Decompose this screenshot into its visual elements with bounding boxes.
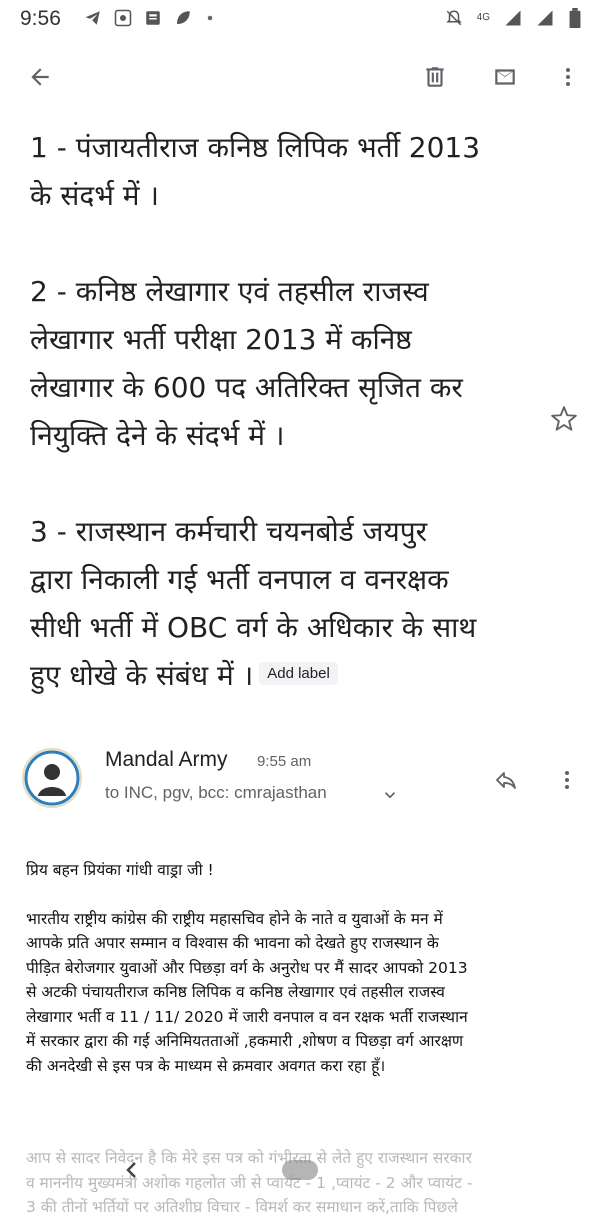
delete-button[interactable]: [411, 45, 459, 109]
signal-icon-2: [537, 10, 553, 26]
trash-icon: [426, 67, 444, 87]
subject-line: हुए धोखे के संबंध में ।: [30, 659, 254, 692]
message-header: Mandal Army 9:55 am to INC, pgv, bcc: cm…: [0, 738, 600, 818]
subject-line: 3 - राजस्थान कर्मचारी चयनबोर्ड जयपुर: [30, 515, 428, 548]
system-icons: 4G: [445, 8, 582, 28]
subject-line: नियुक्ति देने के संदर्भ में ।: [30, 419, 285, 452]
status-bar: 9:56 4G: [0, 0, 600, 38]
back-button[interactable]: [16, 45, 64, 109]
telegram-icon: [84, 9, 102, 27]
star-outline-icon: [551, 406, 577, 431]
status-time: 9:56: [20, 7, 61, 30]
party-logo-icon: [114, 9, 132, 27]
expand-details-button[interactable]: [381, 786, 399, 804]
body-line: पीड़ित बेरोजगार युवाओं और पिछड़ा वर्ग के…: [26, 958, 468, 977]
reply-button[interactable]: [486, 760, 526, 800]
subject-line: लेखागार भर्ती परीक्षा 2013 में कनिष्ठ: [30, 323, 412, 356]
more-vert-icon: [566, 68, 570, 86]
body-line: भारतीय राष्ट्रीय कांग्रेस की राष्ट्रीय म…: [26, 909, 443, 928]
star-button[interactable]: [549, 404, 579, 434]
body-line: से अटकी पंचायतीराज कनिष्ठ लिपिक व कनिष्ठ…: [26, 983, 445, 1001]
top-app-bar: [0, 45, 600, 109]
nav-back-button[interactable]: [120, 1158, 144, 1182]
news-app-icon: [144, 9, 162, 27]
body-line: लेखागार भर्ती व 11 / 11/ 2020 में जारी व…: [26, 1007, 468, 1026]
mute-icon: [445, 10, 462, 26]
message-more-button[interactable]: [552, 760, 582, 800]
sent-time: 9:55 am: [257, 753, 312, 770]
mark-unread-button[interactable]: [481, 45, 529, 109]
network-type: 4G: [476, 12, 490, 23]
notification-icons: [84, 9, 222, 27]
body-line: की अनदेखी से इस पत्र के माध्यम से क्रमवा…: [26, 1056, 386, 1075]
chevron-down-icon: [384, 792, 396, 799]
reply-icon: [496, 772, 516, 789]
subject-line: सीधी भर्ती में OBC वर्ग के अधिकार के साथ: [30, 611, 477, 644]
chevron-left-icon: [126, 1162, 136, 1178]
system-nav-bar: [0, 1146, 600, 1200]
more-vert-icon: [565, 771, 569, 789]
avatar-portrait-icon: [24, 750, 80, 806]
email-subject: 1 - पंजायतीराज कनिष्ठ लिपिक भर्ती 2013 क…: [30, 124, 550, 700]
recipients-summary[interactable]: to INC, pgv, bcc: cmrajasthan: [105, 783, 327, 803]
leaf-app-icon: [174, 9, 192, 27]
subject-line: 2 - कनिष्ठ लेखागार एवं तहसील राजस्व: [30, 275, 429, 308]
subject-line: द्वारा निकाली गई भर्ती वनपाल व वनरक्षक: [30, 563, 449, 596]
subject-line: के संदर्भ में ।: [30, 179, 160, 212]
greeting: प्रिय बहन प्रियंका गांधी वाड्रा जी !: [26, 861, 214, 879]
signal-icon: [505, 10, 521, 26]
sender-name[interactable]: Mandal Army: [105, 748, 228, 772]
avatar[interactable]: [22, 748, 82, 808]
battery-icon: [569, 8, 581, 28]
mail-icon: [495, 69, 515, 85]
home-pill[interactable]: [282, 1160, 318, 1180]
message-body: प्रिय बहन प्रियंका गांधी वाड्रा जी ! भार…: [26, 858, 578, 1078]
subject-line: लेखागार के 600 पद अतिरिक्त सृजित कर: [30, 371, 463, 404]
dot-indicator-icon: [204, 9, 222, 27]
subject-last-line: हुए धोखे के संबंध में । Add label: [30, 652, 550, 700]
arrow-back-icon: [31, 68, 49, 86]
body-line: में सरकार द्वारा की गई अनिमियतताओं ,हकमा…: [26, 1032, 464, 1050]
body-line: आपके प्रति अपार सम्मान व विश्वास की भावन…: [26, 934, 439, 952]
subject-line: 1 - पंजायतीराज कनिष्ठ लिपिक भर्ती 2013: [30, 131, 481, 164]
more-options-button[interactable]: [544, 45, 592, 109]
add-label-chip[interactable]: Add label: [259, 661, 338, 685]
